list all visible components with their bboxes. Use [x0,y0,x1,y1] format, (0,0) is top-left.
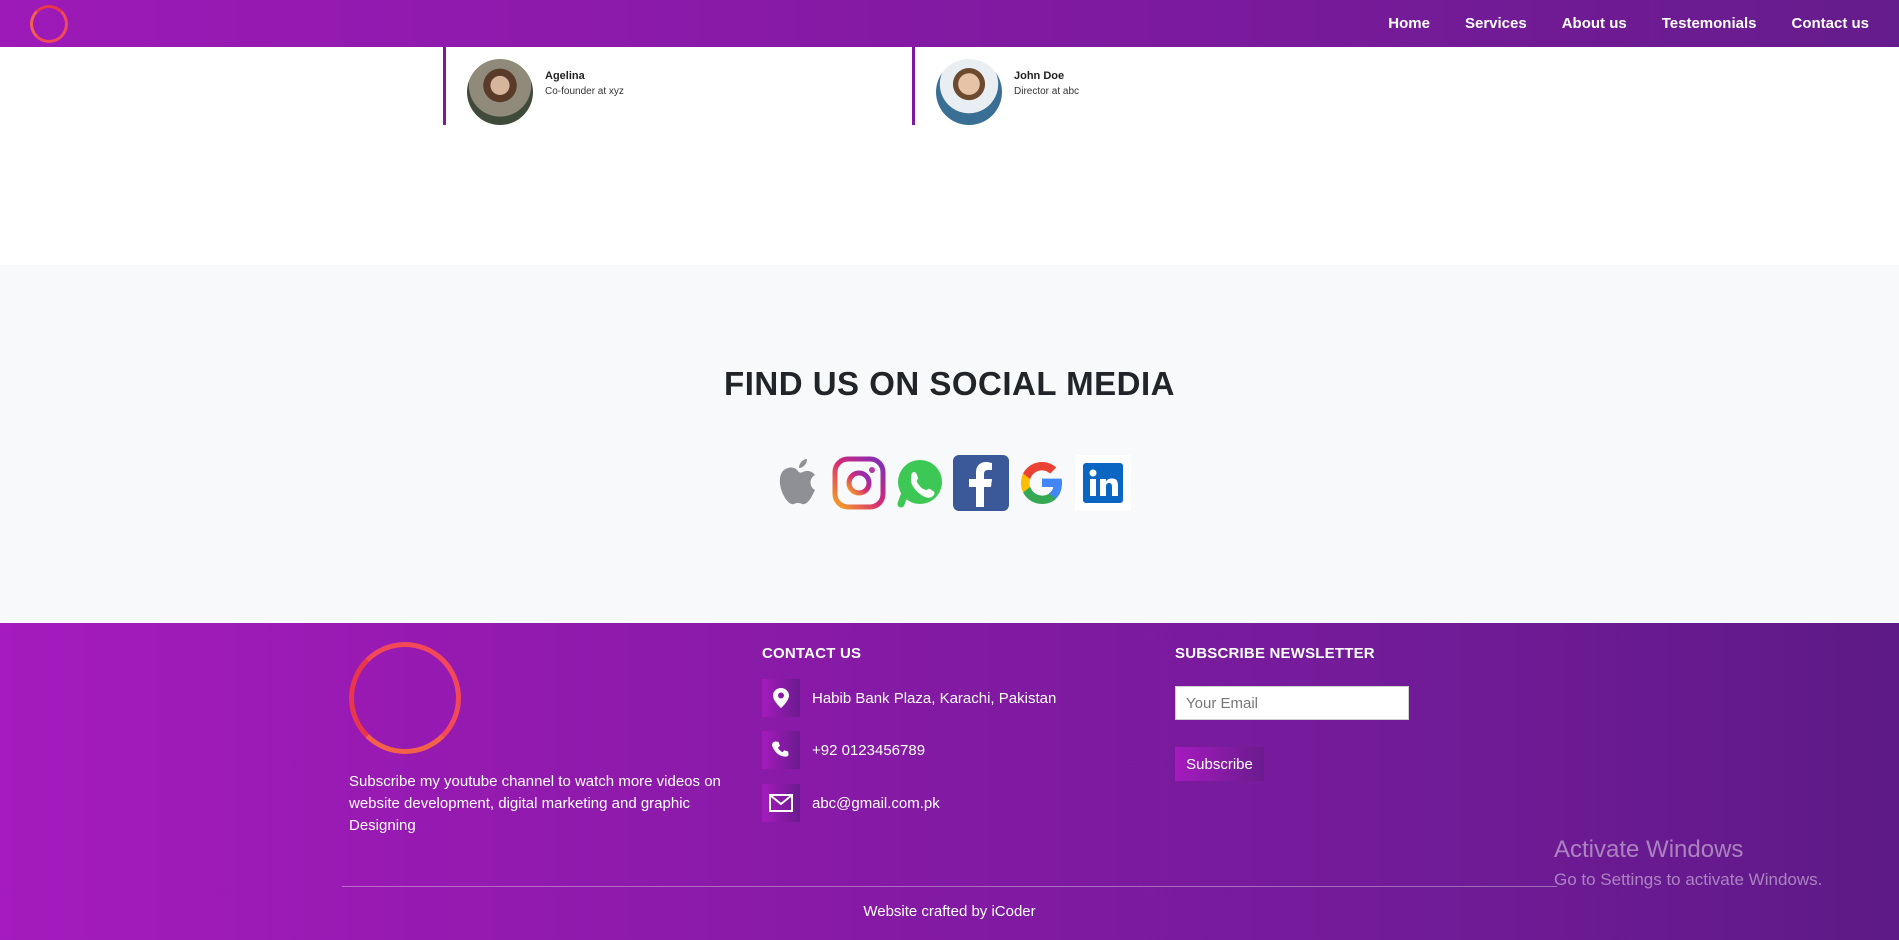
nav-services-link[interactable]: Services [1465,15,1527,32]
newsletter-title: SUBSCRIBE NEWSLETTER [1175,645,1375,662]
nav-contact-link[interactable]: Contact us [1791,15,1869,32]
testimonial-role: Co-founder at xyz [545,86,624,97]
testimonial-name: Agelina [545,70,585,82]
contact-address: Habib Bank Plaza, Karachi, Pakistan [762,679,1056,717]
map-pin-icon [762,679,800,717]
testimonial-name: John Doe [1014,70,1065,82]
testimonials-section: Agelina Co-founder at xyz John Doe Direc… [0,47,1899,265]
watermark-title: Activate Windows [1554,836,1744,863]
apple-icon[interactable] [770,455,826,511]
footer: Subscribe my youtube channel to watch mo… [0,623,1899,940]
newsletter-email-input[interactable] [1175,686,1409,720]
testimonial-info: John Doe Director at abc [1014,70,1079,97]
contact-email-text: abc@gmail.com.pk [812,794,940,812]
nav-about-link[interactable]: About us [1562,15,1627,32]
avatar [936,59,1002,125]
subscribe-button[interactable]: Subscribe [1175,747,1264,781]
testimonial-card: Agelina Co-founder at xyz [443,47,903,125]
contact-address-text: Habib Bank Plaza, Karachi, Pakistan [812,689,1057,707]
phone-icon [762,731,800,769]
testimonial-role: Director at abc [1014,86,1080,97]
nav-links: Home Services About us Testemonials Cont… [1353,0,1869,47]
social-title: FIND US ON SOCIAL MEDIA [724,365,1175,402]
footer-about-text: Subscribe my youtube channel to watch mo… [349,773,721,834]
avatar [467,59,533,125]
envelope-icon [762,784,800,822]
google-icon[interactable] [1014,455,1070,511]
footer-credits: Website crafted by iCoder [863,903,1036,920]
logo-ring-icon [349,642,461,754]
testimonial-info: Agelina Co-founder at xyz [545,70,624,97]
instagram-icon[interactable] [831,455,887,511]
whatsapp-icon[interactable] [892,455,948,511]
contact-email: abc@gmail.com.pk [762,784,940,822]
navbar: Home Services About us Testemonials Cont… [0,0,1899,47]
contact-phone-text: +92 0123456789 [812,741,926,759]
nav-testimonials-link[interactable]: Testemonials [1662,15,1757,32]
logo-ring-icon[interactable] [30,5,68,43]
contact-phone: +92 0123456789 [762,731,925,769]
activate-windows-watermark: Activate Windows Go to Settings to activ… [1554,836,1822,890]
footer-divider [342,886,1557,887]
testimonial-card: John Doe Director at abc [912,47,1372,125]
watermark-subtitle: Go to Settings to activate Windows. [1554,870,1823,889]
facebook-icon[interactable] [953,455,1009,511]
contact-title: CONTACT US [762,645,862,662]
nav-home-link[interactable]: Home [1388,15,1430,32]
social-section: FIND US ON SOCIAL MEDIA [0,265,1899,623]
linkedin-icon[interactable] [1075,455,1131,511]
social-icons [770,455,1136,511]
